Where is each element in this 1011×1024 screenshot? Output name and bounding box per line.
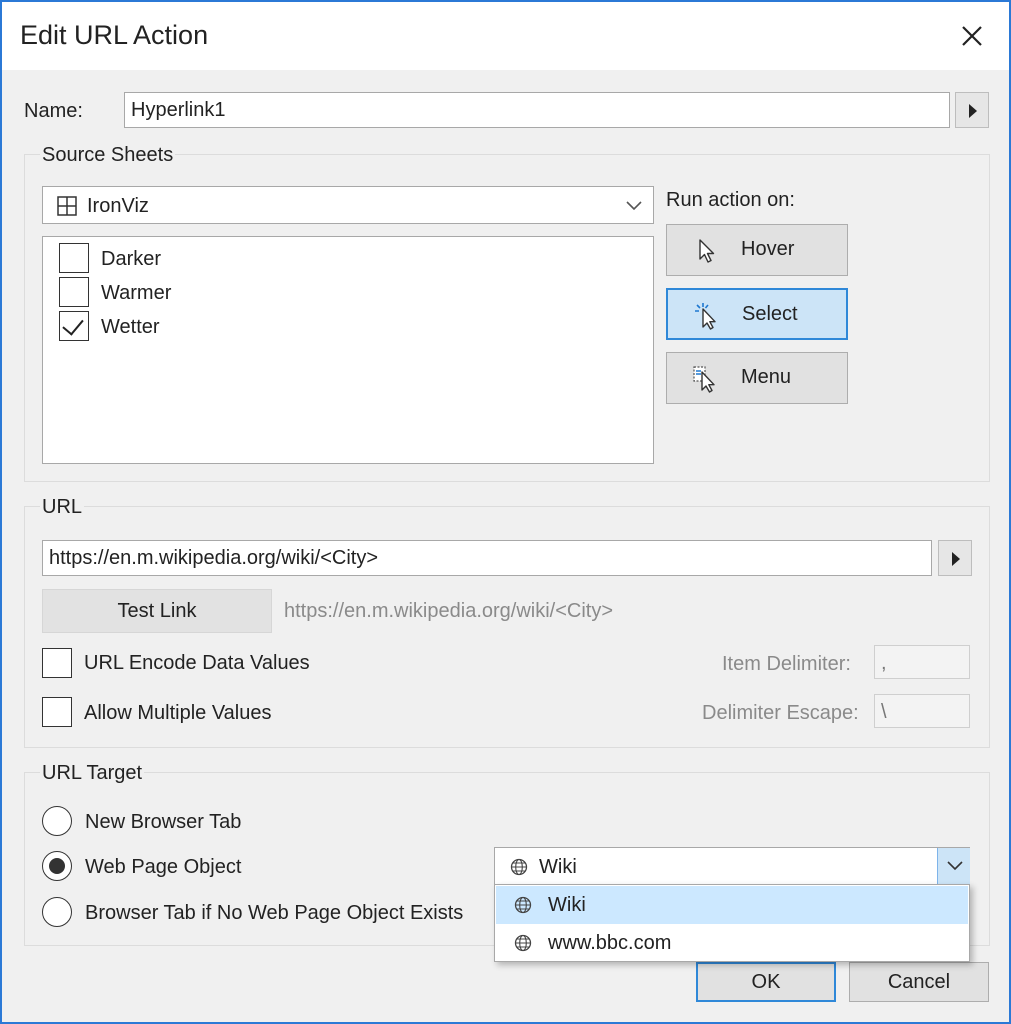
sheet-label: Darker (101, 248, 162, 270)
radio-selected-dot (49, 858, 65, 874)
name-input[interactable]: Hyperlink1 (124, 92, 950, 128)
dropdown-option-label: Wiki (548, 894, 586, 916)
target-radio-new-tab[interactable] (42, 806, 72, 836)
target-label: Web Page Object (85, 856, 242, 878)
chevron-down-icon (626, 201, 642, 211)
sheet-checkbox-warmer[interactable] (59, 277, 89, 307)
run-menu-label: Menu (741, 366, 792, 388)
dropdown-option-label: www.bbc.com (548, 932, 672, 954)
sheet-checkbox-darker[interactable] (59, 243, 89, 273)
globe-icon (510, 858, 528, 876)
dashboard-select[interactable]: IronViz (42, 186, 654, 224)
chevron-down-icon (947, 861, 963, 871)
cancel-button[interactable]: Cancel (849, 962, 989, 1002)
target-new-browser-tab[interactable]: New Browser Tab (42, 806, 462, 838)
dialog-title: Edit URL Action (20, 20, 209, 50)
run-on-menu-button[interactable]: Menu (666, 352, 848, 404)
sheet-checkbox-wetter[interactable] (59, 311, 89, 341)
target-radio-browser-tab-fallback[interactable] (42, 897, 72, 927)
target-label: New Browser Tab (85, 811, 242, 833)
item-delimiter-label: Item Delimiter: (722, 653, 851, 675)
name-insert-button[interactable] (955, 92, 989, 128)
delimiter-escape-label: Delimiter Escape: (702, 702, 859, 724)
url-group-title: URL (40, 496, 85, 519)
check-icon (62, 313, 84, 336)
url-target-title: URL Target (40, 762, 145, 785)
dropdown-option-wiki[interactable]: Wiki (496, 886, 968, 924)
hover-cursor-icon (699, 239, 715, 263)
run-select-label: Select (742, 303, 798, 325)
menu-cursor-icon (693, 366, 715, 393)
web-page-object-select[interactable]: Wiki (494, 847, 970, 885)
source-sheets-title: Source Sheets (40, 144, 176, 167)
ok-button[interactable]: OK (696, 962, 836, 1002)
title-bar: Edit URL Action (2, 2, 1009, 70)
url-encode-label: URL Encode Data Values (84, 652, 310, 674)
run-hover-label: Hover (741, 238, 795, 260)
target-label: Browser Tab if No Web Page Object Exists (85, 902, 464, 924)
url-preview: https://en.m.wikipedia.org/wiki/<City> (284, 600, 614, 622)
select-cursor-icon (695, 303, 716, 330)
dropdown-button[interactable] (937, 848, 970, 884)
url-input[interactable]: https://en.m.wikipedia.org/wiki/<City> (42, 540, 932, 576)
close-icon (962, 26, 982, 46)
sheet-item-warmer[interactable]: Warmer (59, 277, 619, 309)
globe-icon (514, 934, 532, 952)
web-page-object-value: Wiki (539, 856, 577, 878)
target-web-page-object[interactable]: Web Page Object (42, 851, 462, 883)
test-link-button[interactable]: Test Link (42, 589, 272, 633)
run-on-select-button[interactable]: Select (666, 288, 848, 340)
url-insert-button[interactable] (938, 540, 972, 576)
globe-icon (514, 896, 532, 914)
name-label: Name: (24, 100, 83, 122)
sheet-label: Warmer (101, 282, 172, 304)
edit-url-action-dialog: Edit URL Action Name: Hyperlink1 Source … (0, 0, 1011, 1024)
sheet-label: Wetter (101, 316, 160, 338)
close-button[interactable] (952, 16, 992, 56)
dashboard-grid-icon (57, 196, 77, 216)
sheets-list: Darker Warmer Wetter (42, 236, 654, 464)
item-delimiter-input[interactable]: , (874, 645, 970, 679)
allow-multiple-checkbox[interactable] (42, 697, 72, 727)
allow-multiple-label: Allow Multiple Values (84, 702, 272, 724)
dropdown-option-bbc[interactable]: www.bbc.com (496, 924, 968, 962)
web-page-object-dropdown: Wiki www.bbc.com (494, 884, 970, 962)
run-on-hover-button[interactable]: Hover (666, 224, 848, 276)
delimiter-escape-input[interactable]: \ (874, 694, 970, 728)
run-action-label: Run action on: (666, 189, 795, 211)
dashboard-select-value: IronViz (87, 195, 149, 217)
sheet-item-darker[interactable]: Darker (59, 243, 619, 275)
target-radio-web-page-object[interactable] (42, 851, 72, 881)
url-encode-checkbox[interactable] (42, 648, 72, 678)
sheet-item-wetter[interactable]: Wetter (59, 311, 619, 343)
target-browser-tab-fallback[interactable]: Browser Tab if No Web Page Object Exists (42, 897, 482, 929)
